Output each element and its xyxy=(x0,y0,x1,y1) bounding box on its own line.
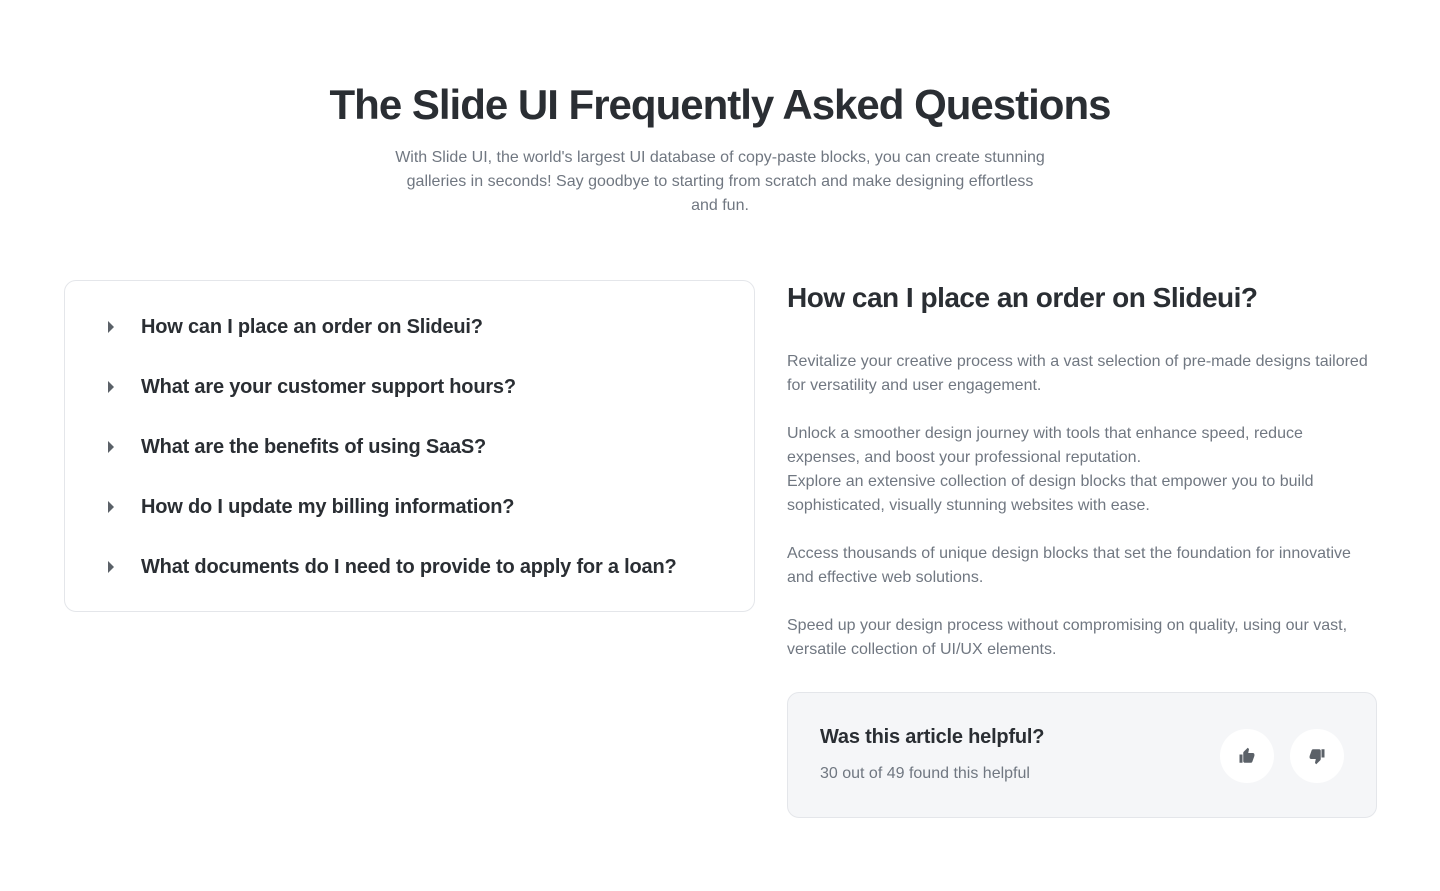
caret-right-icon xyxy=(105,379,117,395)
faq-page: The Slide UI Frequently Asked Questions … xyxy=(0,0,1440,891)
answer-paragraph: Speed up your design process without com… xyxy=(787,617,1348,658)
caret-right-icon xyxy=(105,499,117,515)
faq-item-loan-documents[interactable]: What documents do I need to provide to a… xyxy=(65,537,754,597)
page-header: The Slide UI Frequently Asked Questions … xyxy=(0,78,1440,218)
faq-question: What are your customer support hours? xyxy=(141,375,516,398)
faq-question: What are the benefits of using SaaS? xyxy=(141,435,487,458)
answer-title: How can I place an order on Slideui? xyxy=(787,282,1258,313)
thumbs-down-icon xyxy=(1309,749,1325,765)
faq-list: How can I place an order on Slideui? Wha… xyxy=(64,280,755,612)
faq-item-order[interactable]: How can I place an order on Slideui? xyxy=(65,297,754,357)
answer-paragraph: Revitalize your creative process with a … xyxy=(787,353,1368,394)
page-subtitle: With Slide UI, the world's largest UI da… xyxy=(395,149,1045,214)
feedback-question: Was this article helpful? xyxy=(820,726,1045,748)
thumbs-up-button[interactable] xyxy=(1220,729,1274,783)
answer-paragraph: Access thousands of unique design blocks… xyxy=(787,545,1351,586)
feedback-count: 30 out of 49 found this helpful xyxy=(820,765,1030,782)
thumbs-up-icon xyxy=(1239,747,1255,763)
caret-right-icon xyxy=(105,439,117,455)
thumbs-down-button[interactable] xyxy=(1290,729,1344,783)
faq-question: What documents do I need to provide to a… xyxy=(141,555,677,578)
answer-panel: How can I place an order on Slideui? Rev… xyxy=(787,280,1377,662)
answer-paragraph: Explore an extensive collection of desig… xyxy=(787,473,1314,514)
page-title: The Slide UI Frequently Asked Questions xyxy=(329,81,1112,128)
answer-body: Revitalize your creative process with a … xyxy=(787,350,1377,662)
feedback-card: Was this article helpful? 30 out of 49 f… xyxy=(787,692,1377,818)
faq-question: How can I place an order on Slideui? xyxy=(141,315,483,338)
faq-item-billing[interactable]: How do I update my billing information? xyxy=(65,477,754,537)
faq-item-saas-benefits[interactable]: What are the benefits of using SaaS? xyxy=(65,417,754,477)
caret-right-icon xyxy=(105,319,117,335)
faq-question: How do I update my billing information? xyxy=(141,495,515,518)
caret-right-icon xyxy=(105,559,117,575)
faq-item-support-hours[interactable]: What are your customer support hours? xyxy=(65,357,754,417)
answer-paragraph: Unlock a smoother design journey with to… xyxy=(787,425,1303,466)
